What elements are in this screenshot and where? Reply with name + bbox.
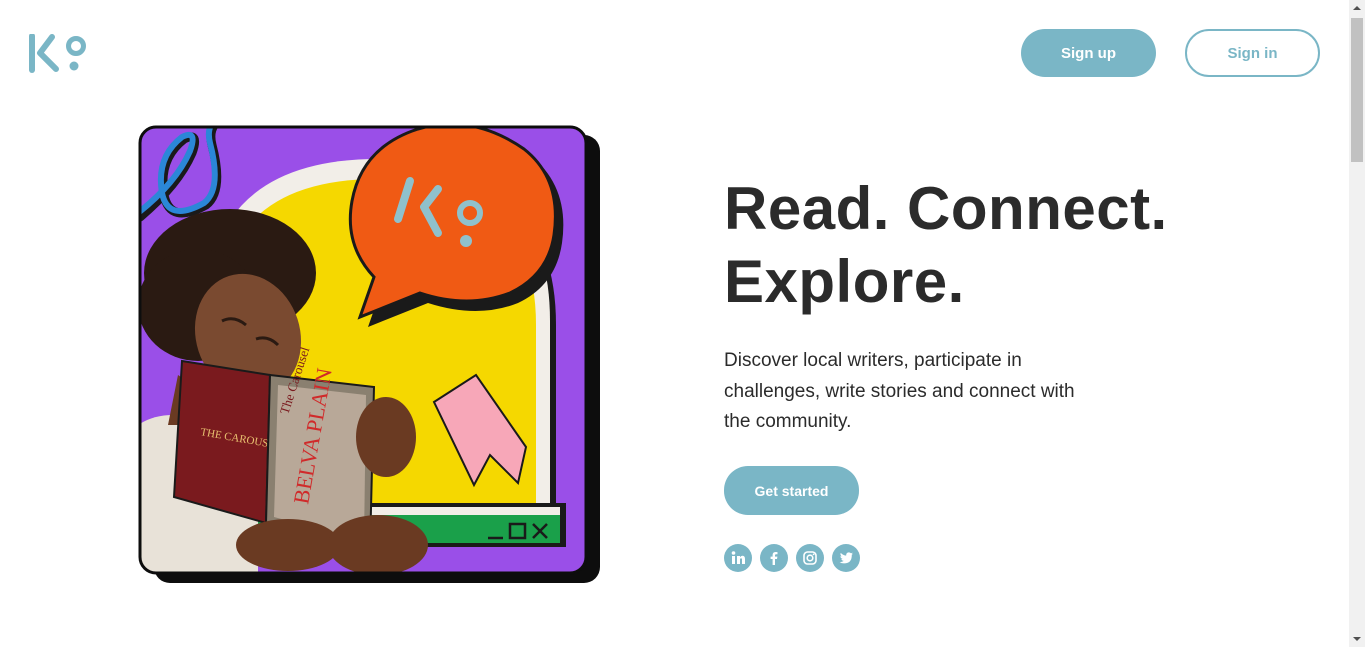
instagram-icon[interactable] [796, 544, 824, 572]
hero-headline: Read. Connect. Explore. [724, 172, 1324, 318]
ko-logo[interactable] [28, 34, 90, 74]
sign-up-button[interactable]: Sign up [1021, 29, 1156, 77]
hero-illustration: THE CAROUSEL The Carousel BELVA PLAIN [138, 125, 600, 583]
scroll-thumb[interactable] [1351, 18, 1363, 162]
scroll-up-arrow-icon[interactable] [1349, 0, 1365, 16]
hero-description: Discover local writers, participate in c… [724, 350, 1075, 432]
scroll-down-arrow-icon[interactable] [1349, 631, 1365, 647]
page-scrollbar[interactable] [1349, 0, 1365, 647]
linkedin-icon[interactable] [724, 544, 752, 572]
twitter-icon[interactable] [832, 544, 860, 572]
hero-headline-line2: Explore. [724, 248, 965, 315]
sign-in-button[interactable]: Sign in [1185, 29, 1320, 77]
get-started-button[interactable]: Get started [724, 466, 859, 515]
hero-headline-line1: Read. Connect. [724, 175, 1168, 242]
facebook-icon[interactable] [760, 544, 788, 572]
social-links [724, 544, 860, 572]
